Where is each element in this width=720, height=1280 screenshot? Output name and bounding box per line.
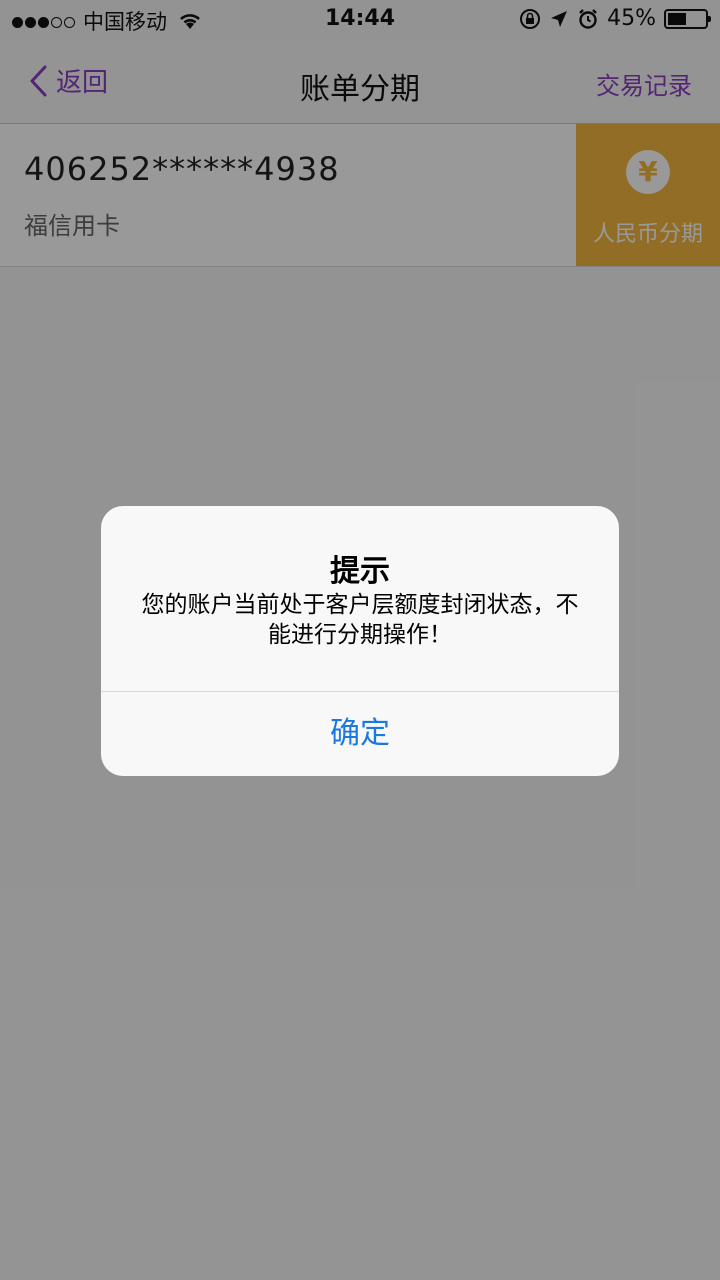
alert-dialog: 提示 您的账户当前处于客户层额度封闭状态，不能进行分期操作！ 确定 <box>101 506 619 776</box>
confirm-button[interactable]: 确定 <box>101 692 619 776</box>
alert-message: 您的账户当前处于客户层额度封闭状态，不能进行分期操作！ <box>141 592 579 648</box>
alert-title: 提示 <box>330 554 390 589</box>
